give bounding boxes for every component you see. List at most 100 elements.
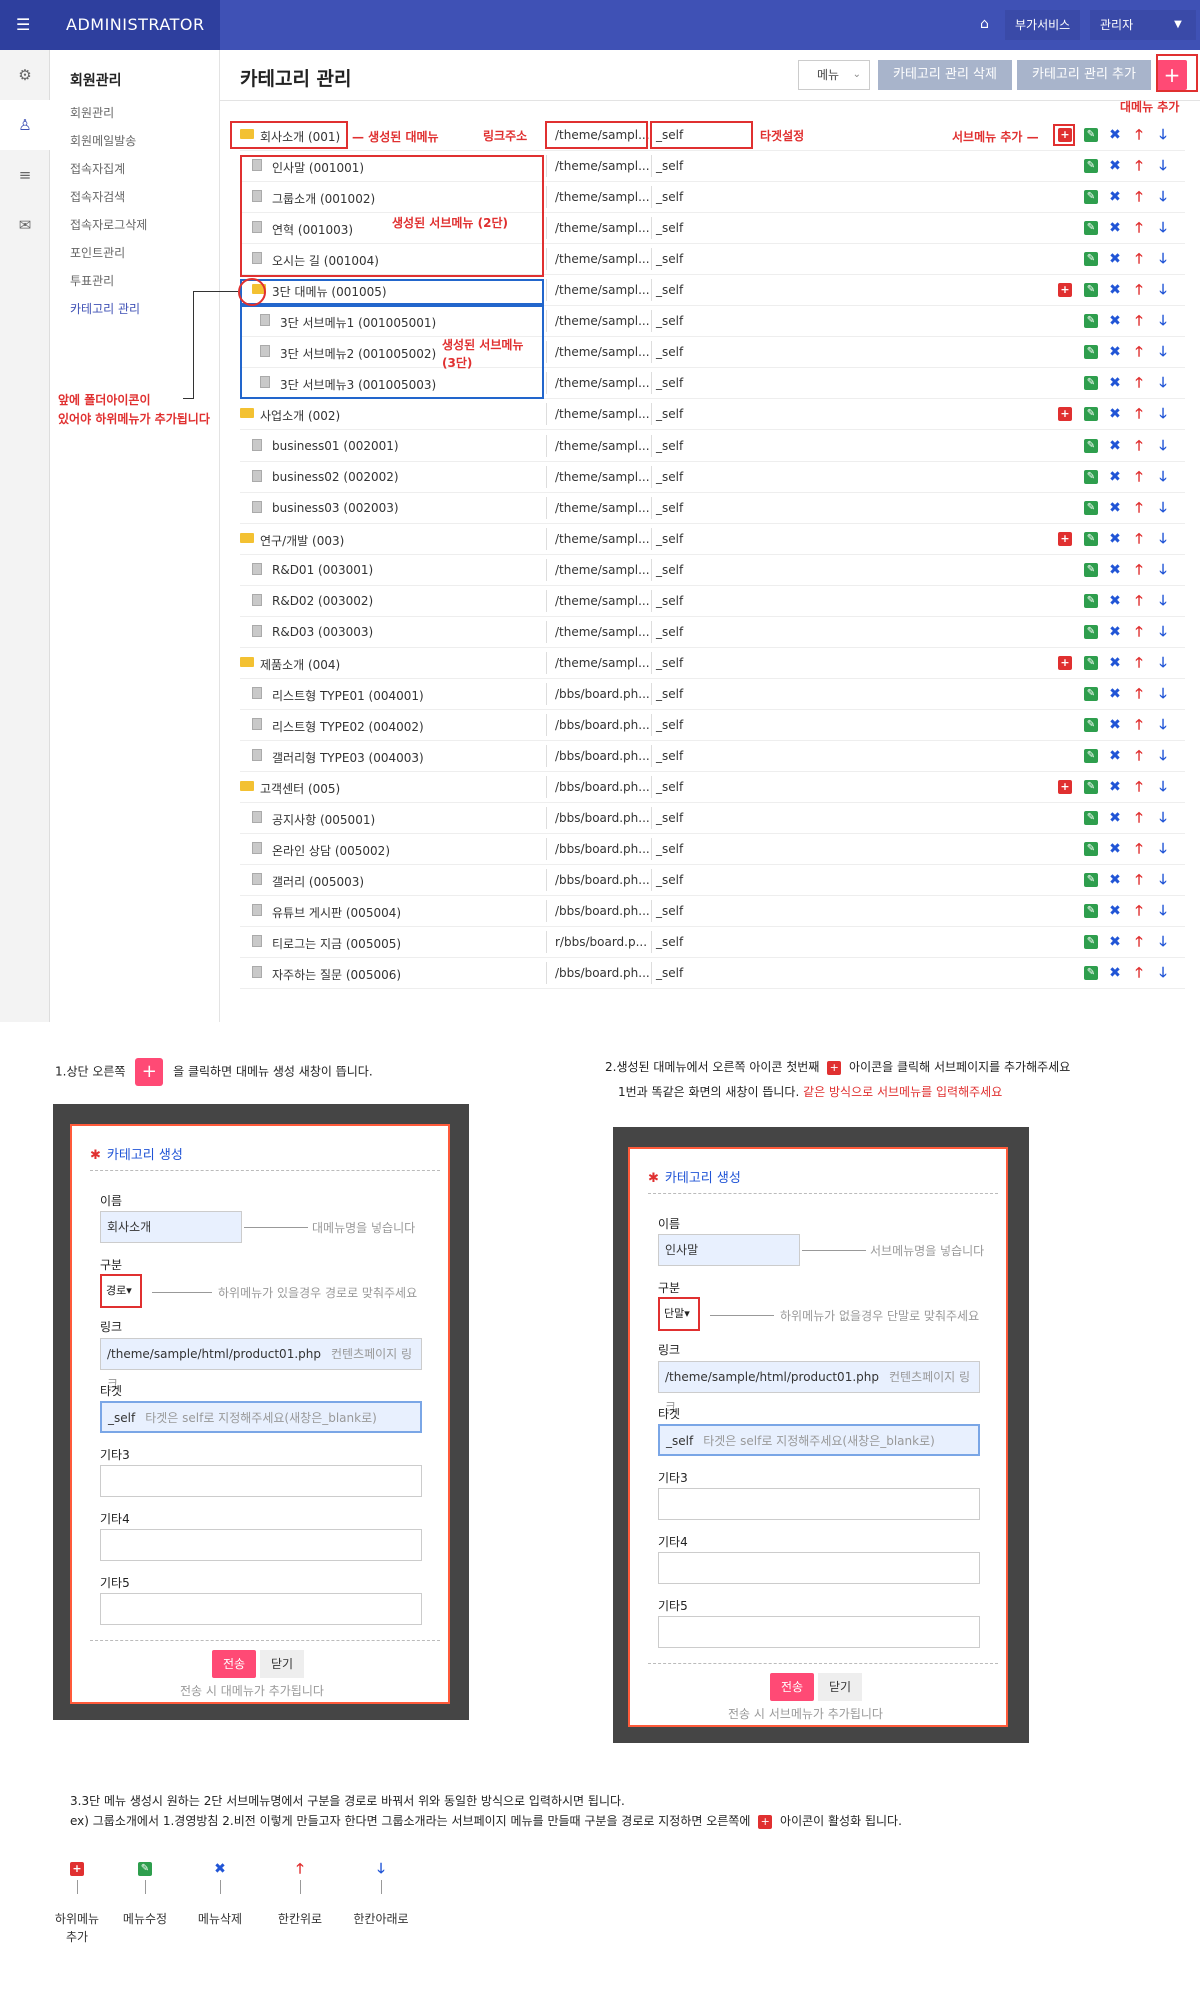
arrow-down-icon[interactable]: 🡓 <box>1156 252 1170 266</box>
modal2-target-input[interactable]: _self 타겟은 self로 지정해주세요(새창은_blank로) <box>658 1424 980 1456</box>
modal1-submit-button[interactable]: 전송 <box>212 1650 256 1678</box>
modal2-submit-button[interactable]: 전송 <box>770 1673 814 1701</box>
delete-icon[interactable]: ✖ <box>1108 749 1122 763</box>
arrow-down-icon[interactable]: 🡓 <box>1156 283 1170 297</box>
sidebar-item-poll[interactable]: 투표관리 <box>70 272 114 289</box>
modal2-etc5-input[interactable] <box>658 1616 980 1648</box>
sidebar-item-member[interactable]: 회원관리 <box>70 104 114 121</box>
edit-icon[interactable]: ✎ <box>1084 159 1098 174</box>
arrow-down-icon[interactable]: 🡓 <box>1156 594 1170 608</box>
edit-icon[interactable]: ✎ <box>1084 624 1098 639</box>
arrow-down-icon[interactable]: 🡓 <box>1156 532 1170 546</box>
arrow-up-icon[interactable]: 🡑 <box>1132 159 1146 173</box>
arrow-up-icon[interactable]: 🡑 <box>1132 842 1146 856</box>
arrow-up-icon[interactable]: 🡑 <box>1132 966 1146 980</box>
modal2-link-input[interactable]: /theme/sample/html/product01.php 컨텐츠페이지 링… <box>658 1361 980 1414</box>
modal1-type-select[interactable]: 경로▾ <box>100 1274 142 1308</box>
arrow-up-icon[interactable]: 🡑 <box>1132 718 1146 732</box>
arrow-up-icon[interactable]: 🡑 <box>1132 470 1146 484</box>
category-delete-button[interactable]: 카테고리 관리 삭제 <box>878 60 1012 90</box>
modal1-name-input[interactable]: 회사소개 <box>100 1211 242 1243</box>
edit-icon[interactable]: ✎ <box>1084 283 1098 298</box>
add-submenu-icon[interactable]: + <box>1058 407 1072 422</box>
edit-icon[interactable]: ✎ <box>1084 252 1098 267</box>
edit-icon[interactable]: ✎ <box>1084 842 1098 857</box>
delete-icon[interactable]: ✖ <box>1108 501 1122 515</box>
delete-icon[interactable]: ✖ <box>1108 842 1122 856</box>
delete-icon[interactable]: ✖ <box>1108 283 1122 297</box>
arrow-down-icon[interactable]: 🡓 <box>1156 407 1170 421</box>
modal1-etc3-input[interactable] <box>100 1465 422 1497</box>
arrow-down-icon[interactable]: 🡓 <box>1156 345 1170 359</box>
arrow-down-icon[interactable]: 🡓 <box>1156 656 1170 670</box>
edit-icon[interactable]: ✎ <box>1084 686 1098 701</box>
sidebar-item-visit-stats[interactable]: 접속자집계 <box>70 160 125 177</box>
edit-icon[interactable]: ✎ <box>1084 345 1098 360</box>
edit-icon[interactable]: ✎ <box>1084 469 1098 484</box>
edit-icon[interactable]: ✎ <box>1084 562 1098 577</box>
arrow-up-icon[interactable]: 🡑 <box>1132 532 1146 546</box>
delete-icon[interactable]: ✖ <box>1108 407 1122 421</box>
delete-icon[interactable]: ✖ <box>1108 966 1122 980</box>
user-icon[interactable]: ♙ <box>0 100 50 150</box>
arrow-up-icon[interactable]: 🡑 <box>1132 625 1146 639</box>
arrow-down-icon[interactable]: 🡓 <box>1156 904 1170 918</box>
delete-icon[interactable]: ✖ <box>1108 935 1122 949</box>
arrow-up-icon[interactable]: 🡑 <box>1132 811 1146 825</box>
arrow-down-icon[interactable]: 🡓 <box>1156 470 1170 484</box>
arrow-down-icon[interactable]: 🡓 <box>1156 190 1170 204</box>
arrow-up-icon[interactable]: 🡑 <box>1132 594 1146 608</box>
category-add-button[interactable]: 카테고리 관리 추가 <box>1017 60 1151 90</box>
add-submenu-icon[interactable]: + <box>1058 531 1072 546</box>
add-submenu-icon[interactable]: + <box>1058 780 1072 795</box>
arrow-up-icon[interactable]: 🡑 <box>1132 283 1146 297</box>
edit-icon[interactable]: ✎ <box>1084 128 1098 142</box>
arrow-down-icon[interactable]: 🡓 <box>1156 159 1170 173</box>
delete-icon[interactable]: ✖ <box>1108 221 1122 235</box>
arrow-up-icon[interactable]: 🡑 <box>1132 501 1146 515</box>
delete-icon[interactable]: ✖ <box>1108 345 1122 359</box>
arrow-up-icon[interactable]: 🡑 <box>1132 221 1146 235</box>
modal1-target-input[interactable]: _self 타겟은 self로 지정해주세요(새창은_blank로) <box>100 1401 422 1433</box>
settings-icon[interactable]: ⚙ <box>0 50 50 100</box>
edit-icon[interactable]: ✎ <box>1084 749 1098 763</box>
delete-icon[interactable]: ✖ <box>1108 594 1122 608</box>
arrow-down-icon[interactable]: 🡓 <box>1156 842 1170 856</box>
extra-services-button[interactable]: 부가서비스 <box>1005 10 1081 40</box>
arrow-up-icon[interactable]: 🡑 <box>1132 935 1146 949</box>
arrow-down-icon[interactable]: 🡓 <box>1156 563 1170 577</box>
arrow-down-icon[interactable]: 🡓 <box>1156 780 1170 794</box>
sidebar-item-mail[interactable]: 회원메일발송 <box>70 132 136 149</box>
delete-icon[interactable]: ✖ <box>1108 159 1122 173</box>
sidebar-item-visit-search[interactable]: 접속자검색 <box>70 188 125 205</box>
modal1-etc5-input[interactable] <box>100 1593 422 1625</box>
delete-icon[interactable]: ✖ <box>1108 687 1122 701</box>
delete-icon[interactable]: ✖ <box>1108 470 1122 484</box>
delete-icon[interactable]: ✖ <box>1108 625 1122 639</box>
mail-icon[interactable]: ✉ <box>0 200 50 250</box>
arrow-down-icon[interactable]: 🡓 <box>1156 873 1170 887</box>
modal2-close-button[interactable]: 닫기 <box>818 1673 862 1701</box>
modal1-close-button[interactable]: 닫기 <box>260 1650 304 1678</box>
sidebar-item-points[interactable]: 포인트관리 <box>70 244 125 261</box>
menu-select[interactable]: 메뉴 ⌄ <box>798 60 870 90</box>
add-submenu-icon[interactable]: + <box>1058 655 1072 670</box>
edit-icon[interactable]: ✎ <box>1084 500 1098 515</box>
arrow-down-icon[interactable]: 🡓 <box>1156 128 1170 142</box>
delete-icon[interactable]: ✖ <box>1108 532 1122 546</box>
delete-icon[interactable]: ✖ <box>1108 718 1122 732</box>
arrow-down-icon[interactable]: 🡓 <box>1156 749 1170 763</box>
edit-icon[interactable]: ✎ <box>1084 190 1098 205</box>
arrow-up-icon[interactable]: 🡑 <box>1132 345 1146 359</box>
arrow-up-icon[interactable]: 🡑 <box>1132 128 1146 142</box>
delete-icon[interactable]: ✖ <box>1108 563 1122 577</box>
delete-icon[interactable]: ✖ <box>1108 873 1122 887</box>
arrow-up-icon[interactable]: 🡑 <box>1132 563 1146 577</box>
edit-icon[interactable]: ✎ <box>1084 780 1098 795</box>
edit-icon[interactable]: ✎ <box>1084 221 1098 236</box>
delete-icon[interactable]: ✖ <box>1108 190 1122 204</box>
delete-icon[interactable]: ✖ <box>1108 439 1122 453</box>
arrow-up-icon[interactable]: 🡑 <box>1132 904 1146 918</box>
edit-icon[interactable]: ✎ <box>1084 314 1098 329</box>
sidebar-item-category[interactable]: 카테고리 관리 <box>70 300 140 317</box>
